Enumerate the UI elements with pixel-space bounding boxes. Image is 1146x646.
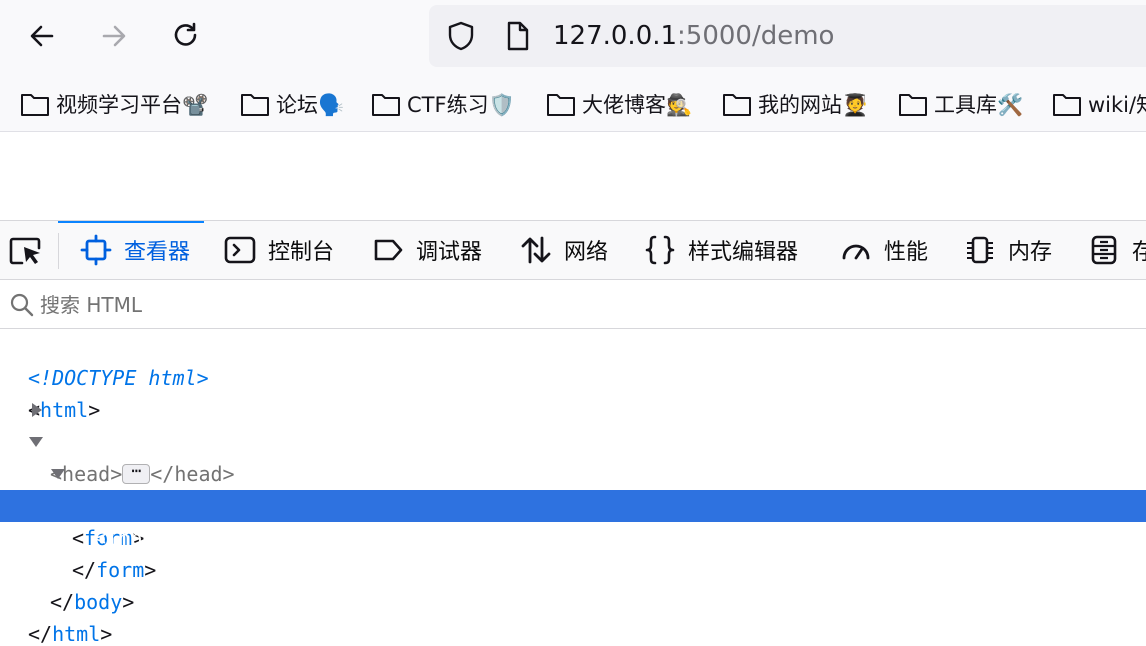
back-button[interactable] xyxy=(22,16,62,56)
url-text[interactable]: 127.0.0.1:5000/demo xyxy=(553,19,834,53)
body-close-node[interactable]: </body> xyxy=(0,554,1146,614)
bookmark-folder[interactable]: 我的网站🧑‍🎓 xyxy=(722,88,868,120)
tab-label: 控制台 xyxy=(268,240,335,265)
bookmark-folder[interactable]: 工具库🛠️ xyxy=(898,88,1023,120)
bookmark-folder[interactable]: CTF练习🛡️ xyxy=(371,88,515,120)
memory-icon xyxy=(967,236,993,264)
reload-icon xyxy=(174,22,197,46)
folder-icon xyxy=(899,94,927,116)
tab-storage[interactable]: 存 xyxy=(1088,221,1146,279)
collapse-twisty-icon[interactable] xyxy=(29,437,43,447)
tab-label: 样式编辑器 xyxy=(688,240,799,265)
bookmark-folder[interactable]: wiki/知 xyxy=(1052,88,1146,120)
tab-console[interactable]: 控制台 xyxy=(224,221,334,279)
tab-performance[interactable]: 性能 xyxy=(840,221,928,279)
url-path: :5000/demo xyxy=(677,21,835,51)
page-info-icon[interactable] xyxy=(501,20,533,52)
bookmark-label: 大佬博客🕵️ xyxy=(582,93,693,117)
folder-icon xyxy=(1053,94,1081,116)
inspector-icon xyxy=(80,234,112,266)
tracking-protection-shield-icon[interactable] xyxy=(445,20,477,52)
tab-memory[interactable]: 内存 xyxy=(964,221,1052,279)
tab-separator xyxy=(58,233,59,269)
forward-button[interactable] xyxy=(94,16,134,56)
html-close-node[interactable]: </html> xyxy=(0,586,1146,646)
collapse-twisty-icon[interactable] xyxy=(51,469,65,479)
form-node[interactable]: <form> xyxy=(0,458,1146,550)
folder-icon xyxy=(21,94,49,116)
bookmark-label: wiki/知 xyxy=(1088,93,1146,117)
folder-icon xyxy=(241,94,269,116)
forward-arrow-icon xyxy=(102,25,126,47)
bookmark-label: CTF练习🛡️ xyxy=(407,93,515,117)
doctype-node[interactable]: <!DOCTYPE html> xyxy=(0,330,1146,390)
tab-debugger[interactable]: 调试器 xyxy=(372,221,482,279)
tab-inspector[interactable]: 查看器 xyxy=(57,221,205,279)
head-node[interactable]: <head> ⋯ </head> xyxy=(0,394,1146,486)
element-picker-icon[interactable] xyxy=(8,233,44,269)
tab-label: 存 xyxy=(1132,234,1146,266)
storage-icon xyxy=(1091,235,1117,265)
tab-network[interactable]: 网络 xyxy=(520,221,608,279)
browser-toolbar: 127.0.0.1:5000/demo xyxy=(0,0,1146,76)
network-icon xyxy=(521,236,551,264)
bookmark-label: 我的网站🧑‍🎓 xyxy=(758,93,869,117)
tab-style-editor[interactable]: 样式编辑器 xyxy=(644,221,798,279)
search-html-input[interactable] xyxy=(40,289,640,321)
html-close-tag-name: html xyxy=(52,622,101,646)
bookmark-folder[interactable]: 大佬博客🕵️ xyxy=(546,88,692,120)
folder-icon xyxy=(547,94,575,116)
selected-input-node[interactable]: <input type="hidden" name="ReturnUrl" va… xyxy=(0,490,1146,550)
expand-twisty-icon[interactable] xyxy=(32,403,42,417)
style-editor-icon xyxy=(645,235,675,265)
reload-button[interactable] xyxy=(166,16,206,56)
folder-icon xyxy=(723,94,751,116)
tab-label: 调试器 xyxy=(416,240,483,265)
console-icon xyxy=(224,236,256,264)
devtools-tab-bar: 查看器 控制台 调试器 网络 样式编辑器 性能 内存 存 xyxy=(0,220,1146,280)
tab-label: 查看器 xyxy=(124,240,191,265)
debugger-icon xyxy=(374,239,403,261)
folder-icon xyxy=(372,94,400,116)
bookmarks-toolbar: 视频学习平台📽️ 论坛🗣️ CTF练习🛡️ 大佬博客🕵️ 我的网站🧑‍🎓 工具库… xyxy=(0,76,1146,132)
url-bar[interactable]: 127.0.0.1:5000/demo xyxy=(429,5,1146,67)
bookmark-label: 工具库🛠️ xyxy=(934,93,1024,117)
bookmark-folder[interactable]: 论坛🗣️ xyxy=(240,88,344,120)
tab-label: 网络 xyxy=(564,240,609,265)
html-search-bar xyxy=(0,281,1146,329)
bookmark-label: 论坛🗣️ xyxy=(276,93,345,117)
bookmark-folder[interactable]: 视频学习平台📽️ xyxy=(20,88,208,120)
bookmark-label: 视频学习平台📽️ xyxy=(56,93,209,117)
tab-label: 内存 xyxy=(1008,240,1053,265)
body-node[interactable]: <body> xyxy=(0,426,1146,518)
search-icon xyxy=(10,293,34,317)
html-node[interactable]: <html> xyxy=(0,362,1146,422)
form-close-node[interactable]: </form> xyxy=(0,522,1146,582)
performance-icon xyxy=(842,244,870,260)
url-host: 127.0.0.1 xyxy=(553,21,678,51)
back-arrow-icon xyxy=(30,25,54,47)
tab-label: 性能 xyxy=(884,240,929,265)
